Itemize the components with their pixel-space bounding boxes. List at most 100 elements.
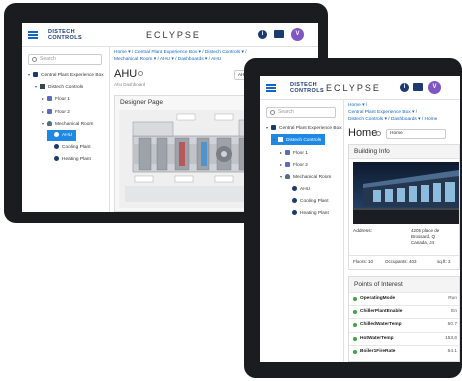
equipment-icon bbox=[292, 185, 297, 191]
tree-item[interactable]: ▸ Floor 1 bbox=[278, 147, 308, 158]
breadcrumb: Home ▾ / Central Plant Experience Box ▾ … bbox=[348, 102, 437, 123]
sqft-stat: sq.ft: 3 bbox=[437, 259, 451, 264]
top-bar: DISTECH CONTROLS ECLYPSE i V bbox=[260, 76, 460, 100]
occupants-stat: Occupants: 403 bbox=[385, 259, 417, 264]
settings-icon[interactable] bbox=[376, 131, 381, 136]
top-bar: DISTECH CONTROLS ECLYPSE i V bbox=[22, 23, 318, 47]
chat-icon[interactable] bbox=[274, 30, 284, 38]
equipment-icon bbox=[292, 197, 297, 203]
settings-icon[interactable] bbox=[138, 71, 143, 76]
tree-item[interactable]: AHU bbox=[285, 184, 310, 195]
tree-item[interactable]: Heating Plant bbox=[47, 154, 91, 165]
room-icon bbox=[47, 120, 52, 126]
point-row[interactable]: HotWaterTemp 153.6 bbox=[349, 331, 459, 344]
panel-title: Building Info bbox=[354, 148, 390, 155]
point-name: Boiler1FireRate bbox=[360, 348, 396, 354]
tree-item[interactable]: ▸ Floor 1 bbox=[40, 93, 70, 104]
address-label: Address: bbox=[353, 229, 372, 234]
breadcrumb-line-3[interactable]: Distech Controls ▾ / Dashboards ▾ / Home bbox=[348, 116, 437, 123]
marketing-scene: DISTECH CONTROLS ECLYPSE i V Search ▾ Cen… bbox=[0, 0, 462, 381]
page-title: Home bbox=[348, 127, 378, 139]
tree-item[interactable]: ▾ Mechanical Room bbox=[278, 171, 331, 182]
brand-line-2: CONTROLS bbox=[48, 35, 83, 41]
tree-item-label: Cooling Plant bbox=[300, 198, 329, 204]
breadcrumb-line-2[interactable]: Central Plant Experience Box ▾ / bbox=[348, 109, 437, 116]
tree-item[interactable]: ▾ Central Plant Experience Box bbox=[264, 122, 342, 133]
building-info-panel: Building Info Address: 4205 place de Bro… bbox=[348, 144, 460, 270]
tree-item-label: AHU bbox=[62, 133, 73, 138]
points-panel: Points of Interest OperatingMode Run Chill… bbox=[348, 276, 460, 362]
tree-item[interactable]: ▾ Central Plant Experience Box bbox=[26, 69, 104, 80]
room-icon bbox=[285, 174, 290, 180]
status-dot-icon bbox=[353, 297, 357, 301]
tree-item-label: Heating Plant bbox=[62, 157, 91, 163]
point-name: OperatingMode bbox=[360, 296, 396, 301]
point-value: 64.1 bbox=[447, 348, 457, 354]
tree-item[interactable]: Cooling Plant bbox=[285, 196, 329, 207]
chat-icon[interactable] bbox=[413, 83, 423, 91]
tree-item-label: Central Plant Experience Box bbox=[279, 126, 342, 131]
address-line: Canada, J4 bbox=[411, 240, 435, 245]
point-name: HotWaterTemp bbox=[360, 335, 394, 341]
point-value: Run bbox=[448, 296, 457, 301]
point-row[interactable]: ChilledWaterTemp 50.7 bbox=[349, 318, 459, 331]
dashboard-select[interactable]: Home bbox=[386, 129, 446, 139]
site-icon bbox=[33, 72, 38, 77]
breadcrumb-line-1[interactable]: Home ▾ / Central Plant Experience Box ▾ … bbox=[114, 49, 247, 56]
tree-item-label: Distech Controls bbox=[48, 85, 84, 91]
tree-item[interactable]: ▸ Floor 2 bbox=[278, 159, 308, 170]
point-row[interactable]: ChillerPlantEnable En bbox=[349, 305, 459, 318]
tree-item[interactable]: Cooling Plant bbox=[47, 142, 91, 153]
tree-item-label: Floor 2 bbox=[55, 109, 70, 115]
tree-item-label: Central Plant Experience Box bbox=[41, 73, 104, 78]
tree-item-label: Mechanical Room bbox=[293, 175, 332, 181]
brand-logo: DISTECH CONTROLS bbox=[48, 29, 82, 41]
floor-icon bbox=[47, 108, 52, 114]
building-icon bbox=[278, 137, 283, 143]
product-name: ECLYPSE bbox=[146, 30, 201, 40]
site-icon bbox=[271, 125, 276, 130]
brand-line-2: CONTROLS bbox=[290, 88, 325, 94]
equipment-icon bbox=[54, 144, 59, 150]
menu-icon[interactable] bbox=[266, 84, 276, 92]
tree-item[interactable]: ▾ Distech Controls bbox=[271, 134, 326, 146]
point-row[interactable]: OperatingMode Run bbox=[349, 292, 459, 304]
breadcrumb-line-2[interactable]: Mechanical Room ▾ / AHU ▾ / Dashboards ▾… bbox=[114, 56, 247, 63]
tree-item-label: Distech Controls bbox=[286, 138, 322, 144]
divider bbox=[349, 255, 459, 256]
panel-title: Points of Interest bbox=[354, 281, 403, 288]
tree-item[interactable]: ▸ Floor 2 bbox=[40, 106, 70, 117]
point-name: ChilledWaterTemp bbox=[360, 322, 402, 328]
menu-icon[interactable] bbox=[28, 31, 38, 39]
info-icon[interactable]: i bbox=[400, 83, 409, 92]
status-dot-icon bbox=[353, 336, 357, 341]
brand-logo: DISTECH CONTROLS bbox=[290, 82, 324, 94]
breadcrumb-line-1[interactable]: Home ▾ / bbox=[348, 102, 437, 109]
building-photo bbox=[353, 162, 459, 224]
panel-title: Designer Page bbox=[120, 99, 163, 106]
avatar[interactable]: V bbox=[291, 28, 304, 41]
point-row[interactable]: Boiler1FireRate 64.1 bbox=[349, 344, 459, 357]
tree-item-label: Heating Plant bbox=[300, 211, 329, 217]
tree-item[interactable]: Heating Plant bbox=[285, 208, 329, 219]
page-title: AHU bbox=[114, 68, 138, 80]
tree-item-label: AHU bbox=[300, 186, 311, 192]
avatar[interactable]: V bbox=[428, 81, 441, 94]
tree-item[interactable]: AHU bbox=[47, 130, 77, 141]
tree-item-label: Floor 1 bbox=[55, 97, 70, 103]
floor-icon bbox=[285, 149, 290, 155]
tree-item[interactable]: ▾ Mechanical Room bbox=[40, 118, 93, 129]
search-icon bbox=[32, 57, 37, 62]
search-input[interactable]: Search bbox=[266, 107, 336, 118]
product-name: ECLYPSE bbox=[326, 83, 381, 93]
floors-stat: Floors: 10 bbox=[353, 259, 374, 264]
info-icon[interactable]: i bbox=[258, 30, 267, 39]
status-dot-icon bbox=[353, 323, 357, 328]
front-screen: DISTECH CONTROLS ECLYPSE i V Search ▾ Cen… bbox=[260, 76, 460, 362]
status-dot-icon bbox=[353, 349, 357, 354]
tree-item-label: Mechanical Room bbox=[55, 121, 94, 127]
search-input[interactable]: Search bbox=[28, 54, 102, 65]
floor-icon bbox=[285, 161, 290, 167]
tree-item[interactable]: ▾ Distech Controls bbox=[33, 81, 83, 92]
floor-icon bbox=[47, 96, 52, 102]
